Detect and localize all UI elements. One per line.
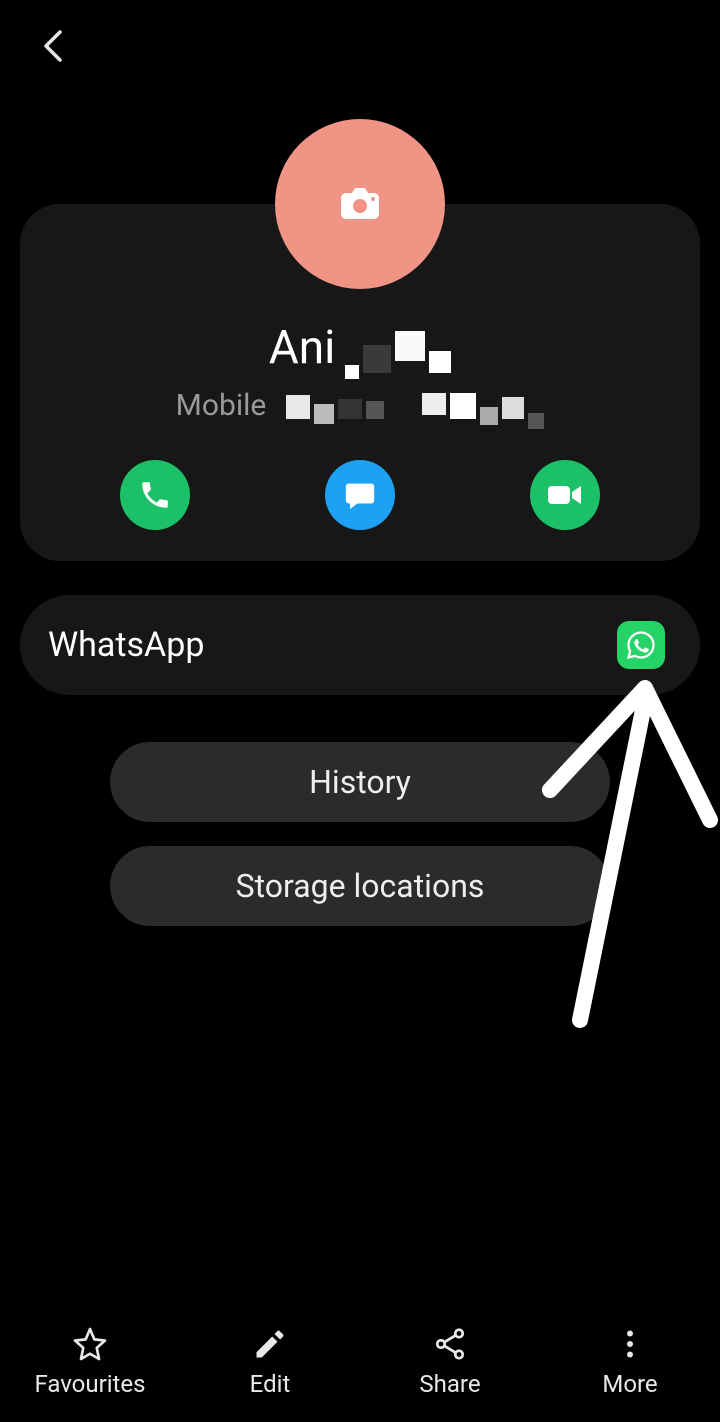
whatsapp-icon <box>617 621 665 669</box>
share-icon <box>432 1326 468 1362</box>
phone-type-label: Mobile <box>176 388 267 423</box>
phone-row: Mobile <box>0 388 720 423</box>
video-button[interactable] <box>530 460 600 530</box>
message-icon <box>343 478 377 512</box>
whatsapp-label: WhatsApp <box>48 625 204 665</box>
phone-icon <box>138 478 172 512</box>
nav-more-label: More <box>602 1370 657 1398</box>
chevron-left-icon <box>40 28 66 64</box>
nav-favourites-label: Favourites <box>34 1370 145 1398</box>
history-button[interactable]: History <box>110 742 610 822</box>
contact-name-row: Ani <box>0 321 720 375</box>
whatsapp-row[interactable]: WhatsApp <box>20 595 700 695</box>
more-vertical-icon <box>612 1326 648 1362</box>
bottom-nav: Favourites Edit Share More <box>0 1302 720 1422</box>
nav-share-label: Share <box>419 1370 480 1398</box>
message-button[interactable] <box>325 460 395 530</box>
nav-more[interactable]: More <box>550 1326 710 1398</box>
nav-share[interactable]: Share <box>370 1326 530 1398</box>
call-button[interactable] <box>120 460 190 530</box>
pencil-icon <box>252 1326 288 1362</box>
contact-actions <box>0 460 720 530</box>
redacted-phone-number <box>286 393 544 419</box>
storage-button[interactable]: Storage locations <box>110 846 610 926</box>
star-icon <box>72 1326 108 1362</box>
back-button[interactable] <box>40 28 70 58</box>
video-icon <box>546 482 584 508</box>
redacted-name-part <box>345 343 451 373</box>
storage-label: Storage locations <box>236 867 485 905</box>
nav-edit[interactable]: Edit <box>190 1326 350 1398</box>
nav-favourites[interactable]: Favourites <box>10 1326 170 1398</box>
nav-edit-label: Edit <box>250 1370 291 1398</box>
avatar[interactable] <box>275 119 445 289</box>
history-label: History <box>309 763 411 801</box>
contact-name: Ani <box>269 321 336 375</box>
camera-icon <box>339 187 381 221</box>
